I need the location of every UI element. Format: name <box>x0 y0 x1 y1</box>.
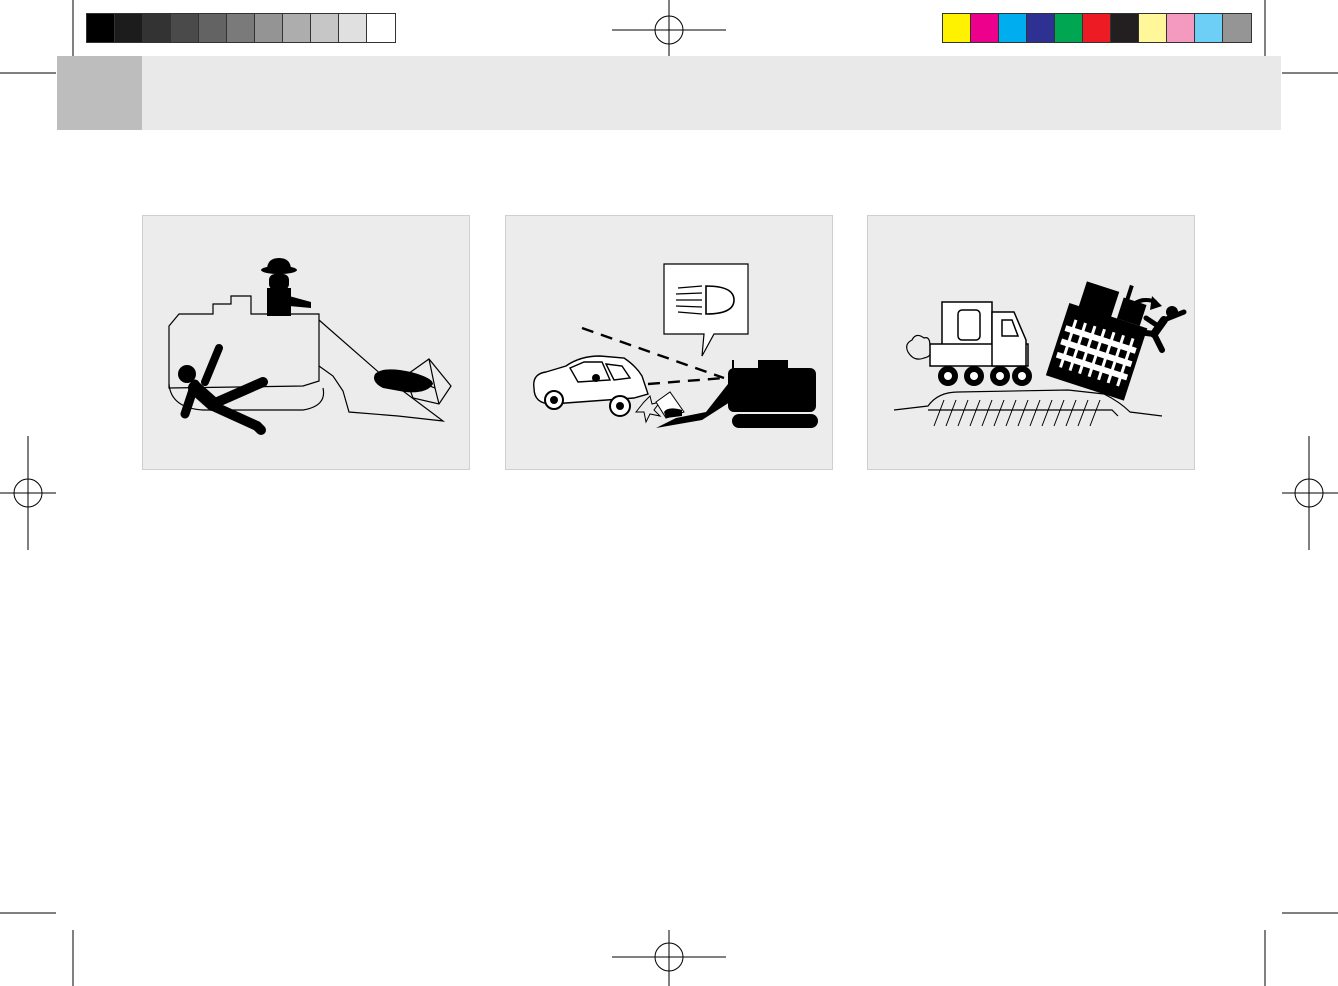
gray-swatch <box>255 14 283 42</box>
grayscale-calibration-bar <box>86 13 396 43</box>
color-swatch <box>943 14 971 42</box>
color-swatch <box>1195 14 1223 42</box>
color-swatch <box>1083 14 1111 42</box>
gray-swatch <box>227 14 255 42</box>
color-swatch <box>999 14 1027 42</box>
color-swatch <box>1223 14 1251 42</box>
gray-swatch <box>339 14 367 42</box>
color-swatch <box>1027 14 1055 42</box>
color-swatch <box>1055 14 1083 42</box>
gray-swatch <box>87 14 115 42</box>
color-swatch <box>971 14 999 42</box>
color-swatch <box>1167 14 1195 42</box>
car-collision-headlight-icon <box>533 263 818 428</box>
gray-swatch <box>311 14 339 42</box>
machine-tipping-over-slope-icon <box>893 281 1187 427</box>
illustration-panel-2 <box>505 215 833 470</box>
gray-swatch <box>367 14 395 42</box>
gray-swatch <box>143 14 171 42</box>
illustration-panel-1 <box>142 215 470 470</box>
gray-swatch <box>171 14 199 42</box>
color-swatch <box>1139 14 1167 42</box>
section-header-band <box>57 56 1281 130</box>
gray-swatch <box>115 14 143 42</box>
gray-swatch <box>283 14 311 42</box>
color-swatch <box>1111 14 1139 42</box>
illustration-panel-3 <box>867 215 1195 470</box>
section-header-tab <box>57 56 142 130</box>
person-falling-from-bulldozer-icon <box>168 258 452 435</box>
color-calibration-bar <box>942 13 1252 43</box>
gray-swatch <box>199 14 227 42</box>
registration-marks <box>0 0 1338 986</box>
